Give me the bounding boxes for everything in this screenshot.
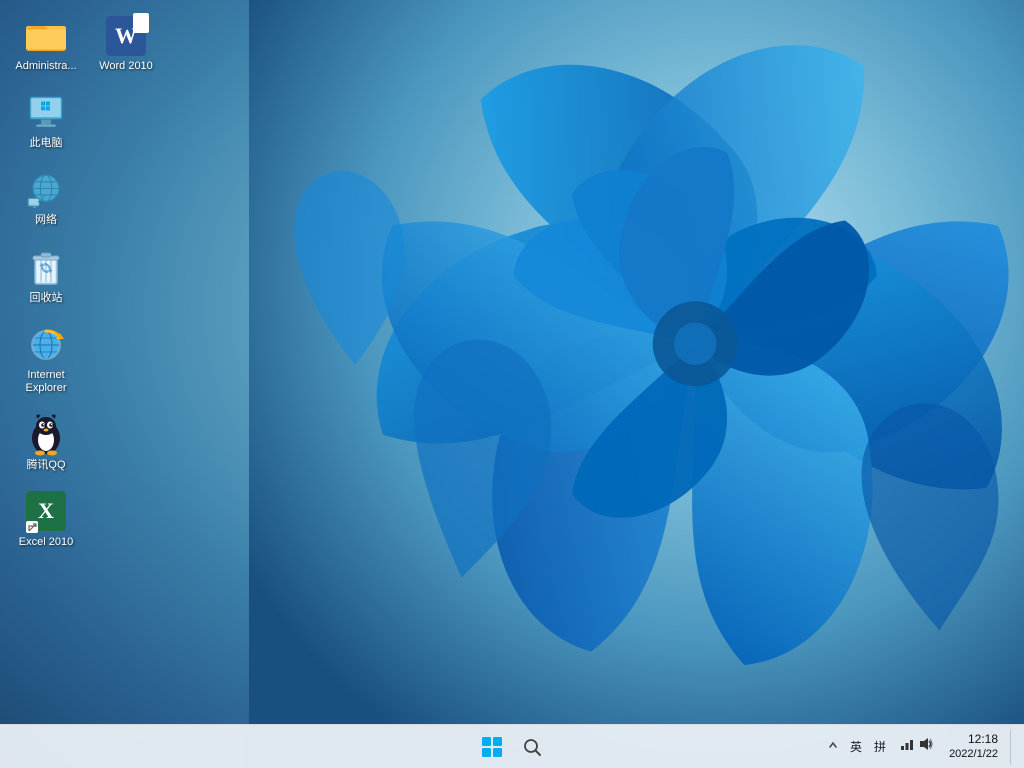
ie-icon[interactable]: Internet Explorer <box>10 319 82 401</box>
language-pin-indicator[interactable]: 拼 <box>871 736 889 757</box>
clock-date: 2022/1/22 <box>949 747 998 761</box>
word-icon-img: W <box>106 16 146 56</box>
clock-time: 12:18 <box>968 732 998 748</box>
network-label: 网络 <box>35 214 57 227</box>
folder-label: Administra... <box>15 60 76 73</box>
monitor-icon-img <box>26 93 66 133</box>
language-eng-indicator[interactable]: 英 <box>847 736 865 757</box>
network-icon[interactable]: 网络 <box>10 164 82 233</box>
qq-icon-img <box>26 415 66 455</box>
this-computer-icon[interactable]: 此电脑 <box>10 87 82 156</box>
recycle-bin-icon[interactable]: 回收站 <box>10 242 82 311</box>
this-computer-label: 此电脑 <box>30 137 63 150</box>
qq-icon[interactable]: 腾讯QQ <box>10 409 82 478</box>
ie-label: Internet Explorer <box>14 369 78 395</box>
network-icon-img <box>26 170 66 210</box>
system-tray-group[interactable] <box>895 734 937 759</box>
desktop: Administra... W Word 2010 <box>0 0 1024 768</box>
show-hidden-icons-button[interactable] <box>825 737 841 756</box>
recycle-icon-img <box>26 248 66 288</box>
taskbar-center <box>474 729 550 765</box>
qq-label: 腾讯QQ <box>26 459 65 472</box>
search-button[interactable] <box>514 729 550 765</box>
start-button[interactable] <box>474 729 510 765</box>
show-desktop-button[interactable] <box>1010 729 1016 765</box>
network-tray-icon <box>899 736 915 757</box>
desktop-icon-row-1: Administra... W Word 2010 <box>10 10 162 79</box>
word-label: Word 2010 <box>99 60 153 73</box>
wallpaper-flower <box>224 0 1024 768</box>
word-2010-icon[interactable]: W Word 2010 <box>90 10 162 79</box>
excel-label: Excel 2010 <box>19 536 73 549</box>
folder-icon-img <box>26 16 66 56</box>
clock-area[interactable]: 12:18 2022/1/22 <box>943 730 1004 764</box>
excel-2010-icon[interactable]: X Excel 2010 <box>10 486 82 555</box>
recycle-bin-label: 回收站 <box>30 292 63 305</box>
desktop-icons: Administra... W Word 2010 <box>10 10 162 556</box>
administrator-folder-icon[interactable]: Administra... <box>10 10 82 79</box>
excel-icon-img: X <box>26 492 66 532</box>
taskbar-right: 英 拼 <box>825 729 1024 765</box>
taskbar: 英 拼 <box>0 724 1024 768</box>
ie-icon-img <box>26 325 66 365</box>
sound-tray-icon <box>917 736 933 757</box>
